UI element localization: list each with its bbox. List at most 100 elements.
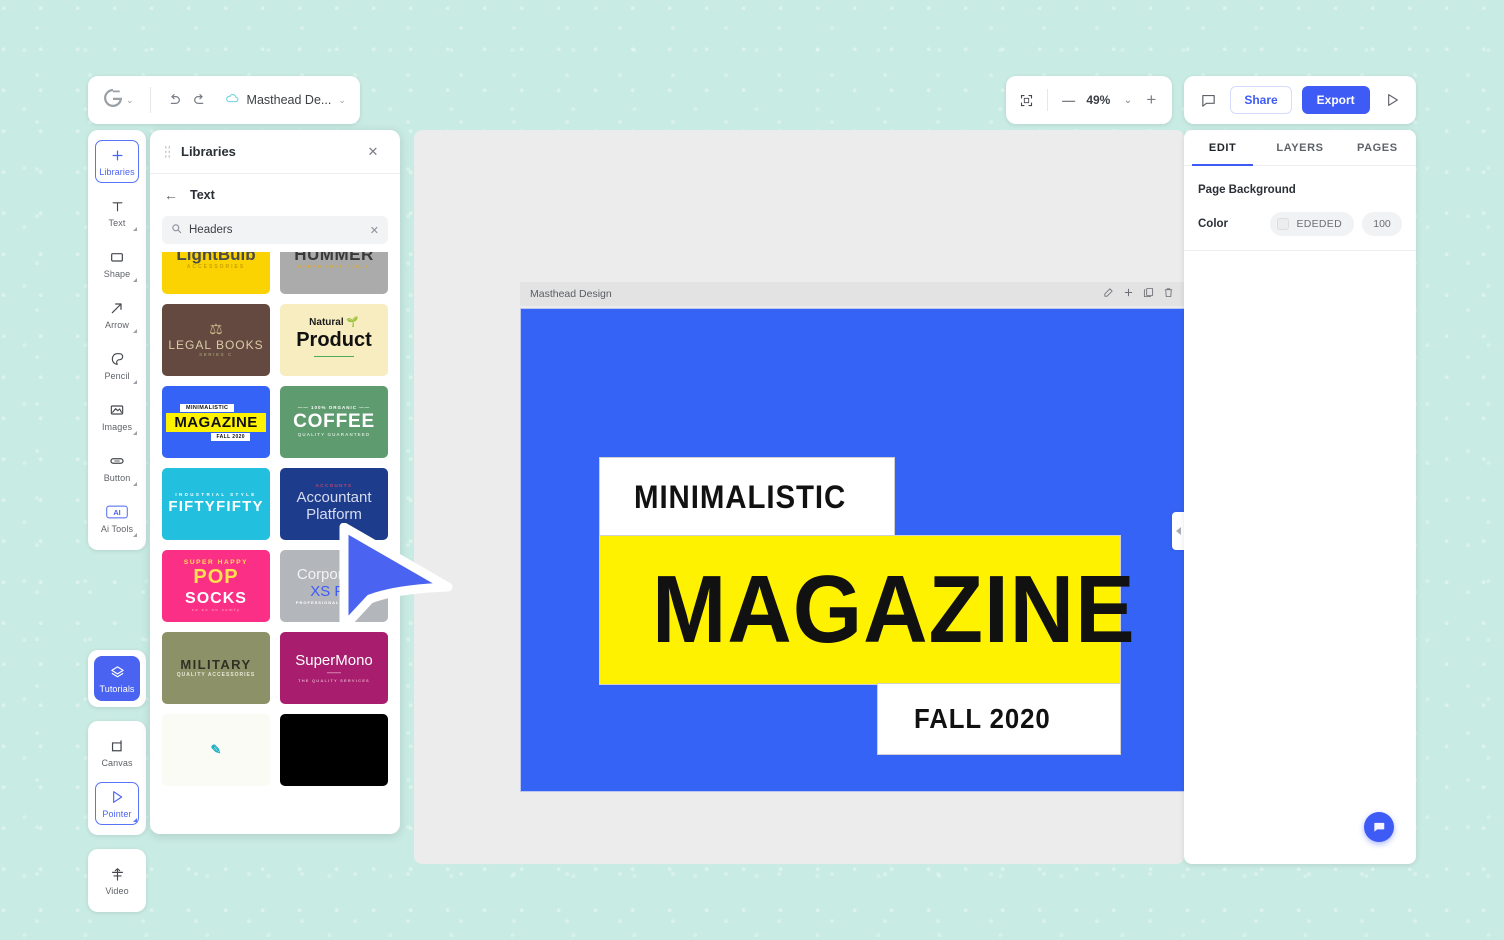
tool-arrow[interactable]: Arrow <box>88 289 146 340</box>
comments-icon[interactable] <box>1196 87 1220 113</box>
ai-icon: AI <box>106 503 128 521</box>
zoom-level-value: 49% <box>1086 93 1111 107</box>
zoom-divider <box>1047 89 1048 111</box>
tool-expand-corner-icon[interactable] <box>133 482 137 486</box>
chat-bubble-icon[interactable] <box>1364 812 1394 842</box>
back-arrow-icon[interactable]: ← <box>164 187 178 203</box>
background-color-picker[interactable]: EDEDED <box>1270 212 1354 236</box>
tool-button[interactable]: Button <box>88 442 146 493</box>
library-card-text: SOCKS <box>185 590 247 608</box>
zoom-dropdown-chevron-icon[interactable]: ⌄ <box>1119 87 1136 113</box>
artwork-block-magazine[interactable]: MAGAZINE <box>599 535 1135 685</box>
zoom-out-button[interactable]: — <box>1060 87 1077 113</box>
tool-tutorials[interactable]: Tutorials <box>88 653 146 704</box>
document-title-button[interactable]: Masthead De... ⌄ <box>225 91 346 109</box>
duplicate-artboard-icon[interactable] <box>1143 287 1154 301</box>
canvas-icon <box>109 737 126 755</box>
library-card-text: SUPER HAPPY <box>183 559 249 567</box>
library-card-light-card[interactable]: ✎ <box>162 714 270 786</box>
present-play-icon[interactable] <box>1380 87 1404 113</box>
zoom-in-button[interactable]: + <box>1143 87 1160 113</box>
tool-expand-corner-icon[interactable] <box>133 818 137 822</box>
library-card-super-happy-pop-socks[interactable]: SUPER HAPPY POP SOCKS so so so comfy <box>162 550 270 622</box>
canvas-area[interactable]: Masthead Design MINIMALISTIC MAGAZINE FA… <box>414 130 1204 864</box>
tool-group-video: Video <box>88 849 146 912</box>
library-card-grid[interactable]: LightBulb ACCESSORIES HUMMER URBAN SOFT TOO… <box>150 252 400 834</box>
tool-images[interactable]: Images <box>88 391 146 442</box>
tool-text[interactable]: Text <box>88 187 146 238</box>
opacity-field[interactable]: 100 <box>1362 212 1402 236</box>
tool-label-tutorials: Tutorials <box>99 684 135 694</box>
library-card-minimalistic-magazine-fall-2020[interactable]: MINIMALISTIC MAGAZINE FALL 2020 <box>162 386 270 458</box>
artwork-block-fall-2020[interactable]: FALL 2020 <box>877 683 1121 755</box>
search-input[interactable] <box>189 224 363 236</box>
library-search-box[interactable]: ✕ <box>162 216 388 244</box>
tool-ai-tools[interactable]: AI Ai Tools <box>88 493 146 544</box>
artboard[interactable]: MINIMALISTIC MAGAZINE FALL 2020 <box>520 308 1202 792</box>
libraries-breadcrumb: ← Text <box>150 174 400 216</box>
undo-button[interactable] <box>161 87 187 113</box>
library-card-text: Accountant <box>296 489 372 507</box>
drag-dots-icon[interactable] <box>164 144 171 159</box>
library-card-corporates-xs-pro[interactable]: Corporates XS Pro PROFESSIONAL SOFTWARE <box>280 550 388 622</box>
artwork-block-minimalistic[interactable]: MINIMALISTIC <box>599 457 895 537</box>
fit-to-screen-button[interactable] <box>1018 87 1035 113</box>
clear-search-icon[interactable]: ✕ <box>370 224 379 237</box>
artboard-actions <box>1103 287 1194 301</box>
library-card-legal-books[interactable]: ⚖ LEGAL BOOKS SERIES C <box>162 304 270 376</box>
library-card-fifty-fifty[interactable]: INDUSTRIAL STYLE FIFTYFIFTY <box>162 468 270 540</box>
library-card-accountant-platform[interactable]: ACCOUNTS Accountant Platform <box>280 468 388 540</box>
app-window: ⌄ Masthead De... ⌄ — 49% ⌄ + Share Expor… <box>88 76 1416 912</box>
tool-label-arrow: Arrow <box>104 320 129 330</box>
document-title: Masthead De... <box>246 93 332 107</box>
edit-artboard-icon[interactable] <box>1103 287 1114 301</box>
cloud-sync-icon <box>225 91 240 109</box>
tab-edit[interactable]: EDIT <box>1184 130 1261 166</box>
color-hex-value: EDEDED <box>1296 218 1342 230</box>
tool-rail: Libraries Text Shape Arrow Pencil Images… <box>88 130 146 926</box>
artwork-text-line1: MINIMALISTIC <box>634 478 847 515</box>
tab-pages[interactable]: PAGES <box>1339 130 1416 165</box>
google-g-icon <box>104 89 122 111</box>
artwork-text-line3: FALL 2020 <box>914 703 1051 734</box>
app-logo-button[interactable]: ⌄ <box>98 85 140 115</box>
tool-pencil[interactable]: Pencil <box>88 340 146 391</box>
library-card-text: XS Pro <box>310 582 358 600</box>
panel-divider <box>1184 250 1416 251</box>
artwork-text-line2: MAGAZINE <box>652 556 1136 663</box>
tool-libraries[interactable]: Libraries <box>88 136 146 187</box>
tool-expand-corner-icon[interactable] <box>133 533 137 537</box>
add-artboard-icon[interactable] <box>1123 287 1134 301</box>
library-card-text: Platform <box>306 506 362 524</box>
library-card-organic-coffee[interactable]: —— 100% ORGANIC —— COFFEE QUALITY GUARANTE… <box>280 386 388 458</box>
tool-expand-corner-icon[interactable] <box>133 278 137 282</box>
svg-text:AI: AI <box>113 508 120 517</box>
tool-video[interactable]: Video <box>88 855 146 906</box>
redo-button[interactable] <box>187 87 213 113</box>
delete-artboard-icon[interactable] <box>1163 287 1174 301</box>
library-card-supermono[interactable]: SuperMono —— THE QUALITY SERVICES <box>280 632 388 704</box>
tool-expand-corner-icon[interactable] <box>133 227 137 231</box>
share-button[interactable]: Share <box>1230 86 1292 114</box>
export-button[interactable]: Export <box>1301 86 1370 114</box>
libraries-panel: Libraries ✕ ← Text ✕ LightBulbACCESSORIE… <box>150 130 400 834</box>
library-card-natural-product[interactable]: Natural 🌱 Product ————— <box>280 304 388 376</box>
tool-expand-corner-icon[interactable] <box>133 380 137 384</box>
close-icon[interactable]: ✕ <box>360 139 386 165</box>
artboard-name[interactable]: Masthead Design <box>530 288 1103 300</box>
page-background-color-row: Color EDEDED 100 <box>1184 196 1416 250</box>
library-card-hummer[interactable]: HUMMER URBAN SOFT TOOLS <box>280 252 388 294</box>
tab-layers[interactable]: LAYERS <box>1261 130 1338 165</box>
tool-expand-corner-icon[interactable] <box>133 329 137 333</box>
library-card-black-card[interactable] <box>280 714 388 786</box>
tool-shape[interactable]: Shape <box>88 238 146 289</box>
library-card-text: COFFEE <box>293 410 375 432</box>
library-card-text: —— <box>327 670 341 678</box>
text-icon <box>110 197 125 215</box>
tool-canvas[interactable]: Canvas <box>88 727 146 778</box>
library-card-lightbulb-accessories[interactable]: LightBulb ACCESSORIES <box>162 252 270 294</box>
tool-pointer[interactable]: Pointer <box>88 778 146 829</box>
library-card-military-quality-accessories[interactable]: MILITARY QUALITY ACCESSORIES <box>162 632 270 704</box>
library-card-text: Product <box>296 329 372 352</box>
tool-expand-corner-icon[interactable] <box>133 431 137 435</box>
